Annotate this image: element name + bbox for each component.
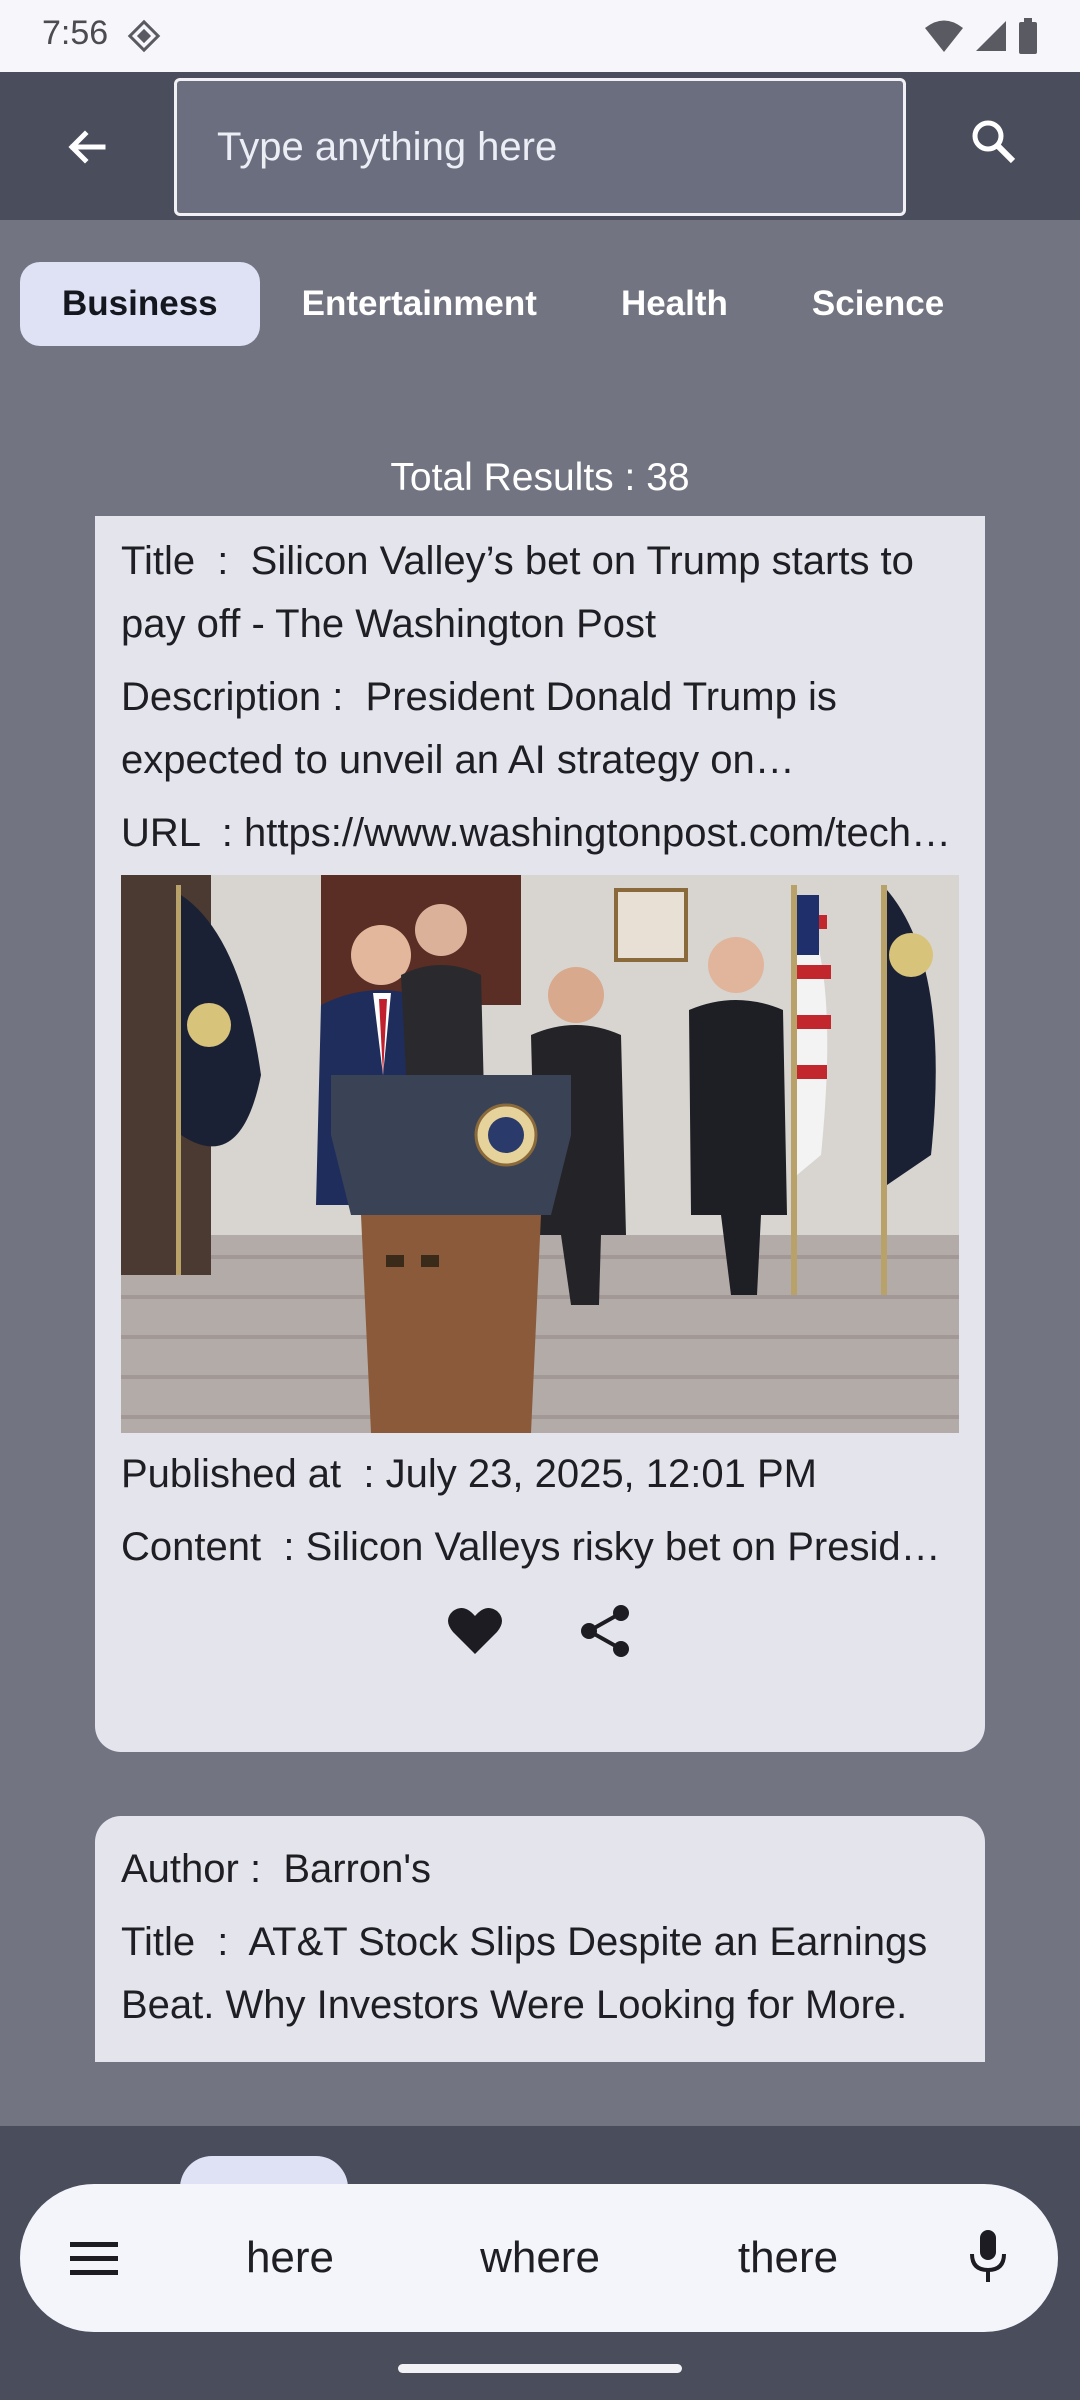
suggestion-2[interactable]: where bbox=[440, 2226, 640, 2290]
article-card[interactable]: Author : Barron's Title : AT&T Stock Sli… bbox=[95, 1816, 985, 2062]
article-image bbox=[121, 875, 959, 1433]
share-button[interactable] bbox=[575, 1601, 635, 1661]
signal-icon bbox=[976, 21, 1006, 51]
status-bar: 7:56 bbox=[0, 0, 1080, 72]
notification-icon bbox=[127, 19, 161, 53]
share-icon bbox=[581, 1605, 629, 1657]
back-button[interactable] bbox=[50, 110, 124, 184]
article-photo-illustration bbox=[121, 875, 959, 1433]
favorite-button[interactable] bbox=[445, 1601, 505, 1661]
suggestion-3[interactable]: there bbox=[688, 2226, 888, 2290]
article-actions bbox=[121, 1601, 959, 1661]
search-icon bbox=[972, 120, 1016, 164]
menu-icon[interactable] bbox=[62, 2226, 126, 2290]
arrow-back-icon bbox=[68, 130, 106, 164]
search-input[interactable]: Type anything here bbox=[174, 78, 906, 216]
status-time: 7:56 bbox=[42, 14, 109, 52]
suggestion-1[interactable]: here bbox=[190, 2226, 390, 2290]
article-title: Title : Silicon Valley’s bet on Trump st… bbox=[121, 539, 914, 646]
wifi-icon bbox=[925, 20, 963, 52]
tab-entertainment[interactable]: Entertainment bbox=[260, 262, 579, 346]
status-icons bbox=[924, 18, 1038, 54]
search-button[interactable] bbox=[956, 104, 1030, 178]
article-description: Description : President Donald Trump is … bbox=[121, 675, 837, 782]
tab-business[interactable]: Business bbox=[20, 262, 260, 346]
microphone-icon[interactable] bbox=[956, 2224, 1020, 2288]
search-app-bar: Type anything here bbox=[0, 72, 1080, 220]
article-published: Published at : July 23, 2025, 12:01 PM bbox=[121, 1452, 817, 1496]
heart-icon bbox=[448, 1607, 502, 1654]
article-card[interactable]: Title : Silicon Valley’s bet on Trump st… bbox=[95, 516, 985, 1752]
battery-icon bbox=[1019, 18, 1037, 54]
tab-health[interactable]: Health bbox=[579, 262, 770, 346]
gesture-home-indicator[interactable] bbox=[398, 2364, 682, 2373]
article-url[interactable]: URL : https://www.washingtonpost.com/tec… bbox=[121, 802, 959, 865]
category-tabs: Business Entertainment Health Science bbox=[20, 262, 986, 346]
article-author: Author : Barron's bbox=[121, 1847, 432, 1891]
total-results: Total Results : 38 bbox=[390, 456, 690, 499]
tab-science[interactable]: Science bbox=[770, 262, 986, 346]
article-content: Content : Silicon Valleys risky bet on P… bbox=[121, 1525, 959, 1569]
keyboard-suggestion-bar: here where there bbox=[20, 2184, 1058, 2332]
article-title: Title : AT&T Stock Slips Despite an Earn… bbox=[121, 1920, 928, 2027]
